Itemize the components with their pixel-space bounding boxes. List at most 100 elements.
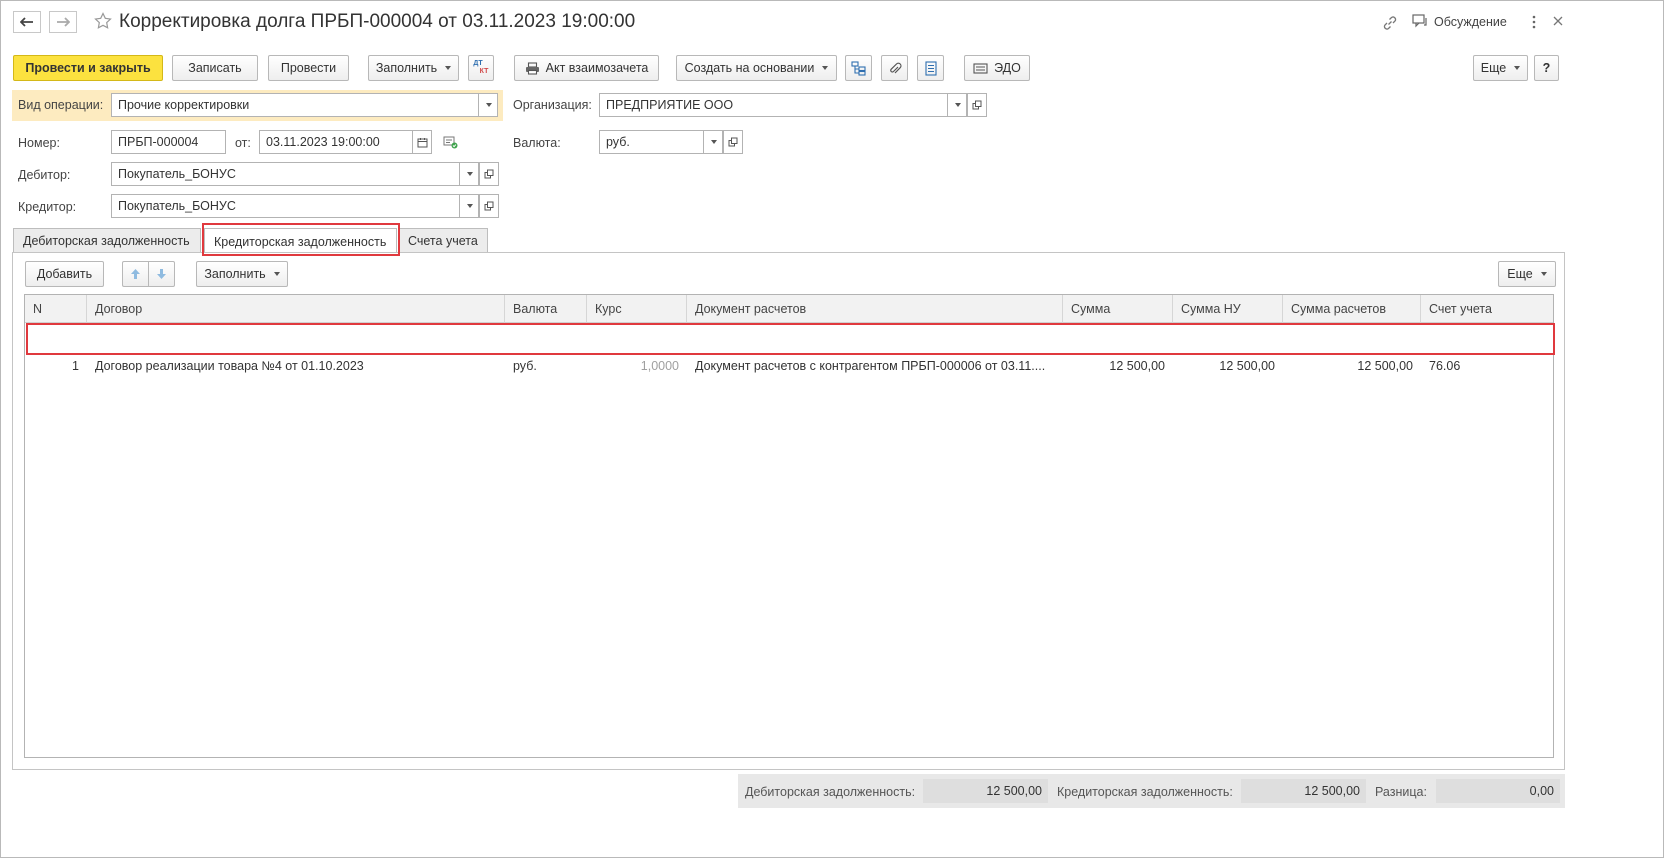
creditor-value: Покупатель_БОНУС xyxy=(118,199,236,213)
operation-dropdown-button[interactable] xyxy=(478,93,498,117)
col-account[interactable]: Счет учета xyxy=(1421,295,1553,323)
add-row-button[interactable]: Добавить xyxy=(25,261,104,287)
creditor-dropdown-button[interactable] xyxy=(459,194,479,218)
date-label: от: xyxy=(235,136,251,150)
create-based-label: Создать на основании xyxy=(684,61,815,75)
debtor-label: Дебитор: xyxy=(18,168,71,182)
open-window-icon xyxy=(484,201,494,211)
report-button[interactable] xyxy=(917,55,944,81)
favorite-star-icon[interactable] xyxy=(94,12,112,33)
col-settlement-doc[interactable]: Документ расчетов xyxy=(687,295,1063,323)
table-row[interactable]: 1 Договор реализации товара №4 от 01.10.… xyxy=(25,323,1553,373)
chevron-down-icon xyxy=(445,66,452,70)
debtor-dropdown-button[interactable] xyxy=(459,162,479,186)
open-window-icon xyxy=(972,100,982,110)
currency-open-button[interactable] xyxy=(723,130,743,154)
arrow-up-icon xyxy=(131,269,140,279)
col-currency[interactable]: Валюта xyxy=(505,295,587,323)
more-menu-icon[interactable] xyxy=(1531,14,1539,30)
post-button[interactable]: Провести xyxy=(268,55,349,81)
close-icon[interactable] xyxy=(1552,15,1564,30)
create-based-on-button[interactable]: Создать на основании xyxy=(676,55,837,81)
col-contract[interactable]: Договор xyxy=(87,295,505,323)
cell-sum-nu: 12 500,00 xyxy=(1219,359,1275,373)
cell-sum: 12 500,00 xyxy=(1109,359,1165,373)
edo-label: ЭДО xyxy=(994,61,1021,75)
chevron-down-icon xyxy=(1540,272,1547,276)
structure-button[interactable] xyxy=(845,55,872,81)
chevron-down-icon xyxy=(1514,66,1521,70)
cell-n: 1 xyxy=(72,359,79,373)
edo-icon xyxy=(973,62,988,74)
dt-kt-button[interactable]: ДТ КТ xyxy=(468,55,494,81)
hierarchy-icon xyxy=(851,60,866,76)
creditor-field[interactable]: Покупатель_БОНУС xyxy=(111,194,479,218)
fill-dropdown-button[interactable]: Заполнить xyxy=(368,55,459,81)
organization-field[interactable]: ПРЕДПРИЯТИЕ ООО xyxy=(599,93,967,117)
debtor-open-button[interactable] xyxy=(479,162,499,186)
document-list-icon xyxy=(924,60,937,76)
table-fill-button[interactable]: Заполнить xyxy=(196,261,288,287)
payables-total-label: Кредиторская задолженность: xyxy=(1057,785,1233,799)
more-label: Еще xyxy=(1480,61,1507,75)
organization-dropdown-button[interactable] xyxy=(947,93,967,117)
move-down-button[interactable] xyxy=(148,261,175,287)
more-button[interactable]: Еще xyxy=(1473,55,1528,81)
tab-payables[interactable]: Кредиторская задолженность xyxy=(204,228,397,254)
receivables-total-value: 12 500,00 xyxy=(923,779,1048,803)
operation-field[interactable]: Прочие корректировки xyxy=(111,93,498,117)
operation-label: Вид операции: xyxy=(18,98,104,112)
status-check-icon[interactable] xyxy=(443,135,458,152)
organization-label: Организация: xyxy=(513,98,592,112)
currency-dropdown-button[interactable] xyxy=(703,130,723,154)
printer-icon xyxy=(525,61,539,75)
col-sum-nu[interactable]: Сумма НУ xyxy=(1173,295,1283,323)
table-more-label: Еще xyxy=(1507,267,1533,281)
dt-label: ДТ xyxy=(473,60,483,67)
discussion-button[interactable]: Обсуждение xyxy=(1412,14,1507,29)
currency-value: руб. xyxy=(606,135,630,149)
chevron-down-icon xyxy=(467,172,473,176)
cell-settlement-doc: Документ расчетов с контрагентом ПРБП-00… xyxy=(695,359,1046,373)
back-button[interactable] xyxy=(13,11,41,33)
discussion-label: Обсуждение xyxy=(1434,14,1507,29)
chat-icon xyxy=(1412,14,1427,28)
save-button[interactable]: Записать xyxy=(172,55,258,81)
payables-table: N Договор Валюта Курс Документ расчетов … xyxy=(24,294,1554,758)
tab-accounts[interactable]: Счета учета xyxy=(398,228,488,253)
cell-contract: Договор реализации товара №4 от 01.10.20… xyxy=(95,359,364,373)
edo-button[interactable]: ЭДО xyxy=(964,55,1030,81)
tab-receivables[interactable]: Дебиторская задолженность xyxy=(13,228,201,253)
number-field[interactable]: ПРБП-000004 xyxy=(111,130,226,154)
offset-act-button[interactable]: Акт взаимозачета xyxy=(514,55,659,81)
cell-currency: руб. xyxy=(513,359,537,373)
col-sum-calc[interactable]: Сумма расчетов xyxy=(1283,295,1421,323)
col-sum[interactable]: Сумма xyxy=(1063,295,1173,323)
date-value: 03.11.2023 19:00:00 xyxy=(266,135,380,149)
currency-field[interactable]: руб. xyxy=(599,130,723,154)
post-and-close-button[interactable]: Провести и закрыть xyxy=(13,55,163,81)
arrow-right-icon xyxy=(57,17,70,27)
cell-rate: 1,0000 xyxy=(640,359,679,373)
calendar-button[interactable] xyxy=(412,130,432,154)
open-window-icon xyxy=(484,169,494,179)
open-window-icon xyxy=(728,137,738,147)
organization-open-button[interactable] xyxy=(967,93,987,117)
col-n[interactable]: N xyxy=(25,295,87,323)
arrow-down-icon xyxy=(157,269,166,279)
date-field[interactable]: 03.11.2023 19:00:00 xyxy=(259,130,432,154)
help-button[interactable]: ? xyxy=(1534,55,1559,81)
creditor-open-button[interactable] xyxy=(479,194,499,218)
attachments-button[interactable] xyxy=(881,55,908,81)
chevron-down-icon xyxy=(711,140,717,144)
difference-label: Разница: xyxy=(1375,785,1427,799)
offset-act-label: Акт взаимозачета xyxy=(545,61,649,75)
cell-sum-calc: 12 500,00 xyxy=(1357,359,1413,373)
table-more-button[interactable]: Еще xyxy=(1498,261,1556,287)
move-up-button[interactable] xyxy=(122,261,148,287)
link-icon[interactable] xyxy=(1382,15,1398,34)
organization-value: ПРЕДПРИЯТИЕ ООО xyxy=(606,98,734,112)
forward-button[interactable] xyxy=(49,11,77,33)
debtor-field[interactable]: Покупатель_БОНУС xyxy=(111,162,479,186)
col-rate[interactable]: Курс xyxy=(587,295,687,323)
